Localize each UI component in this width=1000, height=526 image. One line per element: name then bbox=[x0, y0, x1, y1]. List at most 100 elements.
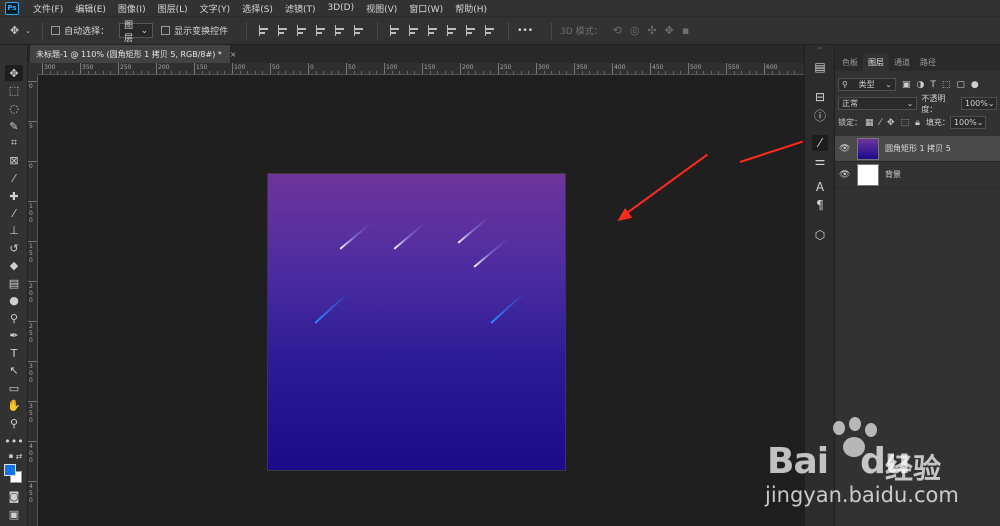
distribute-bottom-icon[interactable] bbox=[428, 25, 439, 36]
3d-scale-icon[interactable]: ▪ bbox=[682, 24, 689, 37]
dodge-tool-icon[interactable]: ⚲ bbox=[5, 310, 23, 326]
paragraph-icon[interactable]: ¶ bbox=[812, 197, 828, 213]
foreground-color-swatch[interactable] bbox=[4, 464, 16, 476]
adjustment-filter-icon[interactable]: ◑ bbox=[917, 80, 925, 90]
type-filter-icon[interactable]: T bbox=[930, 80, 936, 90]
menu-select[interactable]: 选择(S) bbox=[236, 2, 279, 15]
menu-filter[interactable]: 滤镜(T) bbox=[279, 2, 322, 15]
hand-tool-icon[interactable]: ✋ bbox=[5, 397, 23, 413]
checkbox-box[interactable] bbox=[51, 26, 61, 35]
layer-item[interactable]: 👁︎ 背景 bbox=[835, 162, 1000, 188]
lasso-tool-icon[interactable]: ◌ bbox=[5, 100, 23, 116]
lock-artboard-icon[interactable]: ⬚ bbox=[901, 118, 910, 128]
tab-layers[interactable]: 图层 bbox=[863, 53, 889, 71]
more-options-button[interactable]: ••• bbox=[517, 26, 533, 36]
3d-icon[interactable]: ⬡ bbox=[812, 227, 828, 243]
menu-edit[interactable]: 编辑(E) bbox=[69, 2, 112, 15]
history-brush-tool-icon[interactable]: ↺ bbox=[5, 240, 23, 256]
lock-position-icon[interactable]: ✥ bbox=[887, 118, 895, 128]
artboard[interactable] bbox=[267, 173, 566, 471]
eyedropper-tool-icon[interactable]: ⁄ bbox=[5, 170, 23, 186]
layer-item[interactable]: 👁︎ 圆角矩形 1 拷贝 5 bbox=[835, 136, 1000, 162]
crop-tool-icon[interactable]: ⌗ bbox=[5, 135, 23, 151]
quick-mask-icon[interactable]: ◙ bbox=[5, 488, 23, 504]
menu-layer[interactable]: 图层(L) bbox=[152, 2, 194, 15]
chevron-down-icon[interactable]: ⌄ bbox=[25, 27, 31, 35]
fill-field[interactable]: 100% ⌄ bbox=[949, 116, 986, 129]
eraser-tool-icon[interactable]: ◆ bbox=[5, 257, 23, 273]
collapse-grip[interactable]: ‹‹ bbox=[805, 45, 834, 53]
3d-pan-icon[interactable]: ✣ bbox=[647, 24, 656, 37]
opacity-field[interactable]: 100% ⌄ bbox=[961, 97, 997, 110]
canvas-area[interactable] bbox=[38, 75, 804, 526]
tab-channels[interactable]: 通道 bbox=[889, 53, 915, 71]
smart-object-filter-icon[interactable]: ▢ bbox=[956, 80, 965, 90]
menu-help[interactable]: 帮助(H) bbox=[449, 2, 493, 15]
close-icon[interactable]: × bbox=[230, 50, 237, 59]
vertical-ruler[interactable]: 0 5 0 1 0 0 1 5 0 2 0 0 2 5 0 3 0 0 3 5 0 4 0 0 4 … bbox=[28, 75, 38, 526]
align-bottom-icon[interactable] bbox=[354, 25, 365, 36]
ruler-corner[interactable] bbox=[28, 63, 38, 75]
character-icon[interactable]: A bbox=[812, 179, 828, 195]
filter-kind-dropdown[interactable]: ⚲ 类型 ⌄ bbox=[838, 78, 896, 91]
pixel-filter-icon[interactable]: ▣ bbox=[902, 80, 911, 90]
menu-window[interactable]: 窗口(W) bbox=[403, 2, 449, 15]
eye-icon[interactable]: 👁︎ bbox=[839, 144, 851, 154]
lock-paint-icon[interactable]: ⁄ bbox=[880, 118, 882, 128]
brush-settings-icon[interactable]: ⁄ bbox=[812, 135, 828, 151]
3d-roll-icon[interactable]: ◎ bbox=[630, 24, 640, 37]
show-transform-checkbox[interactable]: 显示变换控件 bbox=[161, 24, 228, 37]
align-middle-icon[interactable] bbox=[335, 25, 346, 36]
3d-rotate-icon[interactable]: ⟲ bbox=[613, 24, 622, 37]
horizontal-ruler[interactable]: 300 350 250 200 150 100 50 0 50 100 150 200 250 300 35… bbox=[38, 63, 804, 75]
history-icon[interactable]: ▤ bbox=[812, 59, 828, 75]
quick-select-tool-icon[interactable]: ✎ bbox=[5, 118, 23, 134]
align-center-icon[interactable] bbox=[278, 25, 289, 36]
gradient-tool-icon[interactable]: ▤ bbox=[5, 275, 23, 291]
zoom-tool-icon[interactable]: ⚲ bbox=[5, 415, 23, 431]
type-tool-icon[interactable]: T bbox=[5, 345, 23, 361]
menu-view[interactable]: 视图(V) bbox=[360, 2, 403, 15]
align-left-icon[interactable] bbox=[259, 25, 270, 36]
menu-type[interactable]: 文字(Y) bbox=[194, 2, 237, 15]
auto-select-dropdown[interactable]: 图层 ⌄ bbox=[119, 21, 154, 44]
menu-file[interactable]: 文件(F) bbox=[27, 2, 69, 15]
distribute-right-icon[interactable] bbox=[485, 25, 496, 36]
move-tool-icon[interactable]: ✥ bbox=[5, 65, 23, 81]
healing-brush-tool-icon[interactable]: ✚ bbox=[5, 188, 23, 204]
edit-toolbar-icon[interactable]: ••• bbox=[4, 433, 23, 449]
pen-tool-icon[interactable]: ✒ bbox=[5, 327, 23, 343]
blend-mode-dropdown[interactable]: 正常 ⌄ bbox=[838, 97, 918, 110]
move-tool-icon[interactable]: ✥ bbox=[10, 24, 19, 37]
3d-slide-icon[interactable]: ✥ bbox=[665, 24, 674, 37]
auto-select-checkbox[interactable]: 自动选择： bbox=[51, 24, 109, 37]
distribute-middle-icon[interactable] bbox=[409, 25, 420, 36]
tab-swatches[interactable]: 色板 bbox=[837, 53, 863, 71]
marquee-tool-icon[interactable]: ⬚ bbox=[5, 82, 23, 98]
clone-stamp-tool-icon[interactable]: ⊥ bbox=[5, 222, 23, 238]
screen-mode-icon[interactable]: ▣ bbox=[5, 506, 23, 522]
path-selection-tool-icon[interactable]: ↖ bbox=[5, 362, 23, 378]
menu-3d[interactable]: 3D(D) bbox=[321, 3, 360, 13]
rectangle-tool-icon[interactable]: ▭ bbox=[5, 380, 23, 396]
checkbox-box[interactable] bbox=[161, 26, 171, 35]
swap-colors-icon[interactable]: ⇄ bbox=[10, 448, 28, 464]
distribute-left-icon[interactable] bbox=[447, 25, 458, 36]
distribute-center-icon[interactable] bbox=[466, 25, 477, 36]
distribute-top-icon[interactable] bbox=[390, 25, 401, 36]
filter-toggle-icon[interactable]: ● bbox=[971, 80, 979, 90]
frame-tool-icon[interactable]: ⊠ bbox=[5, 152, 23, 168]
tab-paths[interactable]: 路径 bbox=[915, 53, 941, 71]
align-top-icon[interactable] bbox=[316, 25, 327, 36]
blur-tool-icon[interactable]: ● bbox=[5, 292, 23, 308]
lock-transparent-icon[interactable]: ▦ bbox=[865, 118, 874, 128]
eye-icon[interactable]: 👁︎ bbox=[839, 170, 851, 180]
adjustments-icon[interactable]: ⚌ bbox=[812, 153, 828, 169]
properties-icon[interactable]: ⊟ bbox=[812, 89, 828, 105]
info-icon[interactable]: ⓘ bbox=[812, 107, 828, 123]
menu-image[interactable]: 图像(I) bbox=[112, 2, 152, 15]
brush-tool-icon[interactable]: ⁄ bbox=[5, 205, 23, 221]
lock-all-icon[interactable]: 🔒︎ bbox=[915, 118, 920, 128]
shape-filter-icon[interactable]: ⬚ bbox=[942, 80, 951, 90]
document-tab[interactable]: 未标题-1 @ 110% (圆角矩形 1 拷贝 5, RGB/8#) * × bbox=[30, 45, 237, 63]
